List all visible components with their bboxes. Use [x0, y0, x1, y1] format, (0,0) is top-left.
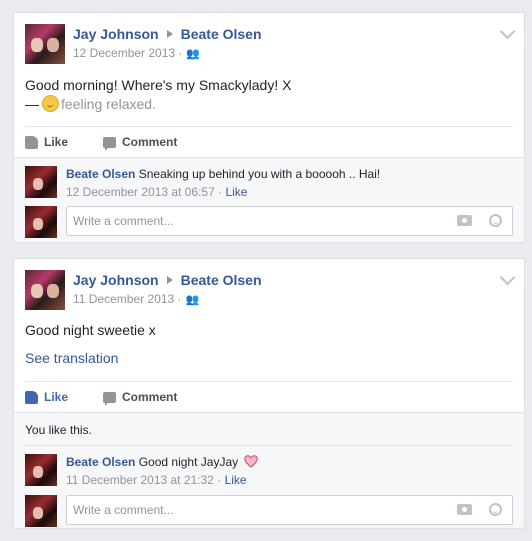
comment-like-link[interactable]: Like: [225, 185, 247, 199]
post-header: Jay Johnson Beate Olsen 12 December 2013 …: [25, 23, 516, 66]
heart-icon: [244, 455, 259, 468]
comments-section: You like this. Beate Olsen Good night Ja…: [14, 412, 524, 528]
post-date[interactable]: 12 December 2013: [73, 46, 175, 60]
comment-meta: 11 December 2013 at 21:32 · Like: [66, 473, 247, 487]
arrow-right-icon: [166, 30, 173, 38]
camera-icon[interactable]: [457, 215, 472, 226]
like-thumb-icon: [25, 135, 38, 149]
comment-time[interactable]: 12 December 2013 at 06:57: [66, 185, 215, 199]
author-avatar[interactable]: [25, 24, 65, 64]
recipient-link[interactable]: Beate Olsen: [181, 272, 262, 288]
post-date-line: 11 December 2013 · 👥: [73, 292, 200, 306]
post-author-line: Jay Johnson Beate Olsen: [73, 26, 262, 42]
like-label: Like: [44, 135, 69, 149]
post-date[interactable]: 11 December 2013: [73, 292, 174, 306]
like-button[interactable]: Like: [25, 135, 68, 149]
commenter-avatar[interactable]: [25, 454, 57, 486]
post-card: Jay Johnson Beate Olsen 11 December 2013 …: [13, 258, 525, 529]
comment-text: Beate Olsen Sneaking up behind you with …: [66, 167, 380, 181]
comment-meta: 12 December 2013 at 06:57 · Like: [66, 185, 248, 199]
comment-body: Good night JayJay: [138, 455, 239, 469]
see-translation-link[interactable]: See translation: [25, 350, 118, 366]
feeling-prefix: —: [25, 96, 39, 112]
commenter-avatar[interactable]: [25, 166, 57, 198]
comment-body: Sneaking up behind you with a booooh .. …: [138, 167, 381, 181]
comment-input[interactable]: [67, 496, 433, 524]
viewer-avatar: [25, 495, 57, 527]
comment-author[interactable]: Beate Olsen: [66, 167, 135, 181]
comment-author[interactable]: Beate Olsen: [66, 455, 135, 469]
post-text: Good morning! Where's my Smackylady! X: [25, 77, 292, 93]
divider: [25, 445, 513, 446]
post-date-line: 12 December 2013 · 👥: [73, 46, 201, 60]
comment-label: Comment: [122, 135, 178, 149]
comment-input-box[interactable]: [66, 206, 513, 236]
camera-icon[interactable]: [457, 504, 472, 515]
recipient-link[interactable]: Beate Olsen: [181, 26, 262, 42]
comment-bubble-icon: [103, 391, 116, 406]
viewer-avatar: [25, 206, 57, 238]
author-link[interactable]: Jay Johnson: [73, 272, 159, 288]
comment-like-link[interactable]: Like: [225, 473, 247, 487]
like-label: Like: [44, 390, 69, 404]
author-link[interactable]: Jay Johnson: [73, 26, 159, 42]
feeling-line: — feeling relaxed.: [25, 95, 291, 114]
comment-input[interactable]: [67, 207, 433, 235]
emoji-smile-icon[interactable]: [489, 214, 502, 227]
chevron-down-icon[interactable]: [499, 269, 516, 286]
comment-button[interactable]: Comment: [103, 135, 178, 151]
comment-bubble-icon: [103, 136, 116, 151]
comment-label: Comment: [122, 390, 178, 404]
post-body: Good morning! Where's my Smackylady! X —…: [25, 76, 291, 114]
like-button[interactable]: Like: [25, 390, 68, 404]
post-author-line: Jay Johnson Beate Olsen: [73, 272, 262, 288]
feeling-text[interactable]: feeling relaxed.: [61, 96, 156, 112]
likes-summary[interactable]: You like this.: [25, 423, 92, 437]
comment-button[interactable]: Comment: [103, 390, 178, 406]
post-text: Good night sweetie x: [25, 322, 156, 338]
comment-time[interactable]: 11 December 2013 at 21:32: [66, 473, 214, 487]
post-card: Jay Johnson Beate Olsen 12 December 2013 …: [13, 12, 525, 243]
author-avatar[interactable]: [25, 270, 65, 310]
comment-input-box[interactable]: [66, 495, 513, 525]
like-thumb-icon: [25, 390, 38, 404]
chevron-down-icon[interactable]: [499, 23, 516, 40]
friends-icon[interactable]: 👥: [186, 293, 200, 306]
relaxed-emoji-icon: [42, 95, 59, 112]
comment-text: Beate Olsen Good night JayJay: [66, 455, 259, 469]
friends-icon[interactable]: 👥: [186, 47, 200, 60]
comments-section: Beate Olsen Sneaking up behind you with …: [14, 157, 524, 242]
post-header: Jay Johnson Beate Olsen 11 December 2013 …: [25, 269, 516, 312]
post-actions: Like Comment: [25, 126, 513, 157]
post-actions: Like Comment: [25, 381, 513, 412]
arrow-right-icon: [166, 276, 173, 284]
emoji-smile-icon[interactable]: [489, 503, 502, 516]
